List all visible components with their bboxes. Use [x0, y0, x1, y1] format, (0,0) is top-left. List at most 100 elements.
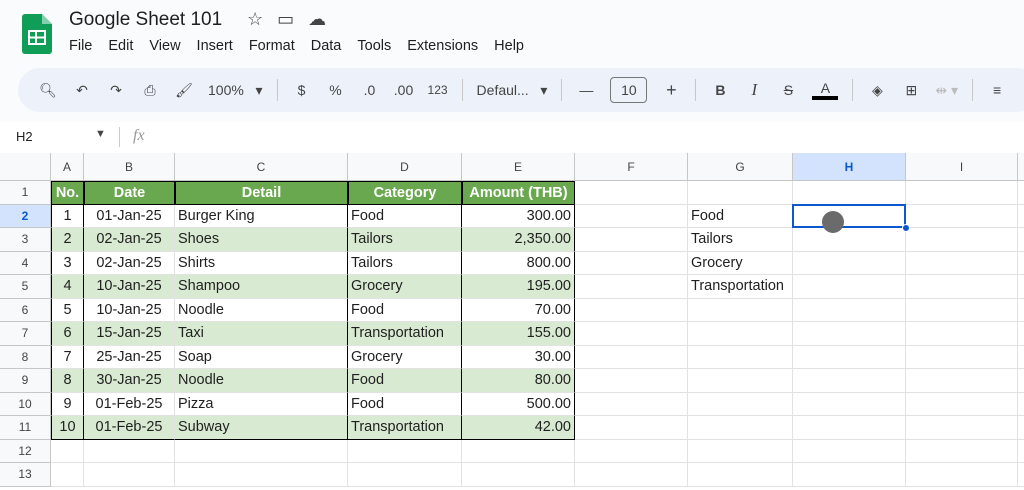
font-select[interactable]: Defaul... ▾ [477, 82, 548, 99]
zoom-select[interactable]: 100% ▾ [208, 82, 263, 99]
cell[interactable] [1018, 416, 1024, 440]
table-cell[interactable]: 500.00 [462, 392, 575, 416]
column-header-c[interactable]: C [175, 153, 348, 181]
strikethrough-icon[interactable]: S [778, 82, 798, 98]
cell[interactable] [348, 463, 462, 487]
cell[interactable] [575, 298, 688, 322]
table-cell[interactable]: 4 [51, 275, 84, 299]
cell[interactable] [688, 345, 793, 369]
category-label-cell[interactable]: Transportation [688, 275, 793, 299]
column-header-f[interactable]: F [575, 153, 688, 181]
table-cell[interactable]: 70.00 [462, 298, 575, 322]
cell[interactable] [793, 345, 906, 369]
table-cell[interactable]: Subway [175, 416, 348, 440]
cell[interactable] [575, 345, 688, 369]
table-cell[interactable]: 3 [51, 251, 84, 275]
table-cell[interactable]: Tailors [348, 228, 462, 252]
cell[interactable] [906, 298, 1018, 322]
column-header-a[interactable]: A [51, 153, 84, 181]
fill-color-icon[interactable]: ◈ [867, 82, 887, 99]
cell[interactable] [1018, 346, 1024, 369]
cell[interactable] [793, 392, 906, 416]
cell[interactable] [906, 439, 1018, 463]
cell[interactable] [1018, 252, 1024, 275]
table-cell[interactable]: 800.00 [462, 251, 575, 275]
cell[interactable] [906, 181, 1018, 205]
table-cell[interactable]: 10-Jan-25 [84, 275, 175, 299]
row-header-2[interactable]: 2 [0, 204, 51, 228]
cell[interactable] [793, 369, 906, 393]
cell[interactable] [575, 275, 688, 299]
cell[interactable] [793, 275, 906, 299]
undo-icon[interactable]: ↶ [72, 82, 92, 99]
category-label-cell[interactable]: Tailors [688, 228, 793, 252]
table-cell[interactable]: 155.00 [462, 322, 575, 346]
table-cell[interactable]: 80.00 [462, 369, 575, 393]
table-cell[interactable]: Burger King [175, 204, 348, 228]
row-header-7[interactable]: 7 [0, 322, 51, 346]
table-cell[interactable]: Taxi [175, 322, 348, 346]
cell[interactable] [575, 369, 688, 393]
menu-file[interactable]: File [69, 38, 92, 54]
font-size-input[interactable]: 10 [610, 77, 648, 103]
table-cell[interactable]: Transportation [348, 416, 462, 440]
table-cell[interactable]: 5 [51, 298, 84, 322]
table-cell[interactable]: 02-Jan-25 [84, 251, 175, 275]
table-cell[interactable]: 15-Jan-25 [84, 322, 175, 346]
cell[interactable] [793, 228, 906, 252]
cell[interactable] [1018, 322, 1024, 346]
cell[interactable] [906, 228, 1018, 252]
cell[interactable] [906, 322, 1018, 346]
cell[interactable] [906, 345, 1018, 369]
text-color-icon[interactable]: A [812, 80, 839, 100]
table-cell[interactable]: Food [348, 298, 462, 322]
cell[interactable] [793, 322, 906, 346]
cell[interactable] [84, 439, 175, 463]
row-header-10[interactable]: 10 [0, 392, 51, 416]
cell[interactable] [575, 439, 688, 463]
table-cell[interactable]: 6 [51, 322, 84, 346]
cell[interactable] [688, 463, 793, 487]
table-cell[interactable]: 2 [51, 228, 84, 252]
cell[interactable] [462, 463, 575, 487]
column-header-i[interactable]: I [906, 153, 1018, 181]
table-cell[interactable]: Tailors [348, 251, 462, 275]
cell[interactable] [575, 251, 688, 275]
italic-icon[interactable]: I [744, 80, 764, 100]
decrease-decimal-button[interactable]: .0 [360, 82, 380, 98]
table-cell[interactable]: Soap [175, 345, 348, 369]
move-folder-icon[interactable]: ▭ [277, 9, 294, 30]
table-cell[interactable]: Shoes [175, 228, 348, 252]
table-cell[interactable]: Grocery [348, 275, 462, 299]
table-cell[interactable]: 10-Jan-25 [84, 298, 175, 322]
table-cell[interactable]: Shirts [175, 251, 348, 275]
name-box-dropdown-icon[interactable]: ▼ [95, 128, 106, 140]
menu-extensions[interactable]: Extensions [407, 38, 478, 54]
menu-insert[interactable]: Insert [197, 38, 233, 54]
cell[interactable] [1018, 299, 1024, 322]
cell[interactable] [793, 463, 906, 487]
cell[interactable] [1018, 393, 1024, 416]
table-header-cell[interactable]: Date [84, 181, 175, 205]
cell[interactable] [348, 439, 462, 463]
print-icon[interactable]: ⎙ [140, 82, 160, 99]
currency-button[interactable]: $ [292, 82, 312, 98]
cell[interactable] [175, 463, 348, 487]
cell[interactable] [906, 369, 1018, 393]
table-cell[interactable]: Grocery [348, 345, 462, 369]
cell[interactable] [575, 392, 688, 416]
cell[interactable] [688, 181, 793, 205]
table-cell[interactable]: Transportation [348, 322, 462, 346]
cell[interactable] [688, 439, 793, 463]
cell[interactable] [575, 181, 688, 205]
increase-decimal-button[interactable]: .00 [394, 82, 414, 98]
number-format-button[interactable]: 123 [428, 83, 448, 97]
row-header-5[interactable]: 5 [0, 275, 51, 299]
table-cell[interactable]: 42.00 [462, 416, 575, 440]
table-cell[interactable]: Food [348, 392, 462, 416]
table-cell[interactable]: 01-Feb-25 [84, 392, 175, 416]
paint-format-icon[interactable]: 🖌︎ [174, 82, 194, 99]
merge-cells-icon[interactable]: ⇹ ▾ [935, 82, 958, 99]
row-header-9[interactable]: 9 [0, 369, 51, 393]
select-all-corner[interactable] [0, 153, 51, 181]
